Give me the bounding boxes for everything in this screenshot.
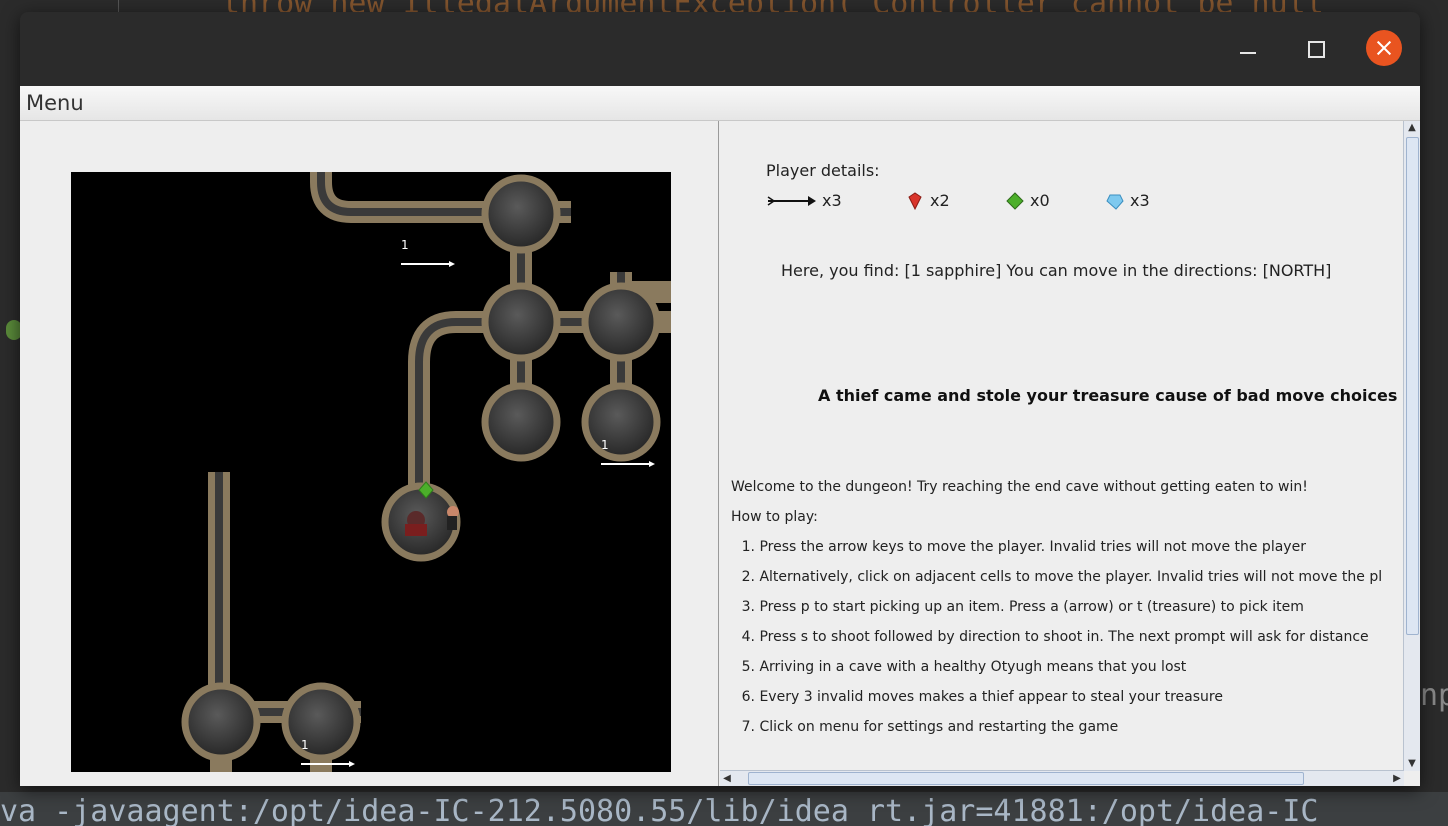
arrow-count: x3 xyxy=(822,191,842,210)
welcome-text: Welcome to the dungeon! Try reaching the… xyxy=(731,479,1308,495)
how-to-heading: How to play: xyxy=(731,509,818,525)
list-item: 2. Alternatively, click on adjacent cell… xyxy=(741,569,1383,585)
help-text: Welcome to the dungeon! Try reaching the… xyxy=(731,476,1382,746)
scrollbar-corner xyxy=(1404,771,1420,786)
thief-message: A thief came and stole your treasure cau… xyxy=(818,386,1398,405)
minimize-button[interactable] xyxy=(1232,30,1264,70)
map-pane: 1 1 1 xyxy=(20,121,719,786)
scroll-left-icon[interactable]: ◀ xyxy=(720,771,734,786)
menu-button[interactable]: Menu xyxy=(26,91,84,115)
background-code-fragment: np xyxy=(1420,678,1448,713)
list-item: 4. Press s to shoot followed by directio… xyxy=(741,629,1369,645)
emerald-icon xyxy=(1006,191,1024,210)
scroll-down-icon[interactable]: ▼ xyxy=(1406,757,1418,771)
list-item: 3. Press p to start picking up an item. … xyxy=(741,599,1304,615)
maximize-icon xyxy=(1308,41,1325,58)
vertical-scrollbar[interactable]: ▲ ▼ xyxy=(1403,121,1420,771)
instructions-list: 1. Press the arrow keys to move the play… xyxy=(731,536,1383,746)
arrow-count-label: 1 xyxy=(401,238,409,252)
list-item-text: Alternatively, click on adjacent cells t… xyxy=(759,569,1383,585)
list-item-text: Click on menu for settings and restartin… xyxy=(759,719,1119,735)
title-bar[interactable] xyxy=(20,12,1420,86)
horizontal-scroll-thumb[interactable] xyxy=(748,772,1304,785)
background-console-line: va -javaagent:/opt/idea-IC-212.5080.55/l… xyxy=(0,792,1448,826)
sapphire-icon xyxy=(1106,194,1124,210)
inventory-emeralds: x0 xyxy=(1006,191,1050,210)
horizontal-scrollbar[interactable]: ◀ ▶ xyxy=(720,770,1404,786)
close-button[interactable] xyxy=(1366,30,1402,66)
list-item-text: Press p to start picking up an item. Pre… xyxy=(759,599,1304,615)
ruby-icon xyxy=(908,191,922,210)
ruby-count: x2 xyxy=(930,191,950,210)
dungeon-map-drawing xyxy=(181,172,671,772)
content-area: 1 1 1 Player details: x3 x2 x0 x3 Here, … xyxy=(20,121,1420,786)
inventory-rubies: x2 xyxy=(906,191,950,210)
player-details-title: Player details: xyxy=(766,161,880,180)
sapphire-count: x3 xyxy=(1130,191,1150,210)
info-pane: Player details: x3 x2 x0 x3 Here, you fi… xyxy=(720,121,1420,786)
inventory-arrows: x3 xyxy=(766,191,842,210)
arrow-icon xyxy=(767,195,816,206)
list-item: 1. Press the arrow keys to move the play… xyxy=(741,539,1306,555)
location-status: Here, you find: [1 sapphire] You can mov… xyxy=(781,261,1332,280)
menu-bar: Menu xyxy=(20,86,1420,121)
list-item-text: Press s to shoot followed by direction t… xyxy=(759,629,1369,645)
arrow-count-label: 1 xyxy=(601,438,609,452)
list-item: 6. Every 3 invalid moves makes a thief a… xyxy=(741,689,1223,705)
maximize-button[interactable] xyxy=(1300,30,1332,70)
emerald-count: x0 xyxy=(1030,191,1050,210)
scroll-up-icon[interactable]: ▲ xyxy=(1406,121,1418,135)
scroll-right-icon[interactable]: ▶ xyxy=(1390,771,1404,786)
minimize-icon xyxy=(1240,52,1256,54)
arrow-count-label: 1 xyxy=(301,738,309,752)
inventory-sapphires: x3 xyxy=(1106,191,1150,210)
list-item-text: Every 3 invalid moves makes a thief appe… xyxy=(759,689,1223,705)
list-item: 7. Click on menu for settings and restar… xyxy=(741,719,1119,735)
list-item-text: Arriving in a cave with a healthy Otyugh… xyxy=(759,659,1187,675)
dungeon-map[interactable]: 1 1 1 xyxy=(71,172,671,772)
list-item: 5. Arriving in a cave with a healthy Oty… xyxy=(741,659,1187,675)
game-window: Menu 1 1 1 Player details: x3 x2 x0 x3 H… xyxy=(20,12,1420,786)
vertical-scroll-thumb[interactable] xyxy=(1406,137,1419,635)
list-item-text: Press the arrow keys to move the player.… xyxy=(759,539,1306,555)
